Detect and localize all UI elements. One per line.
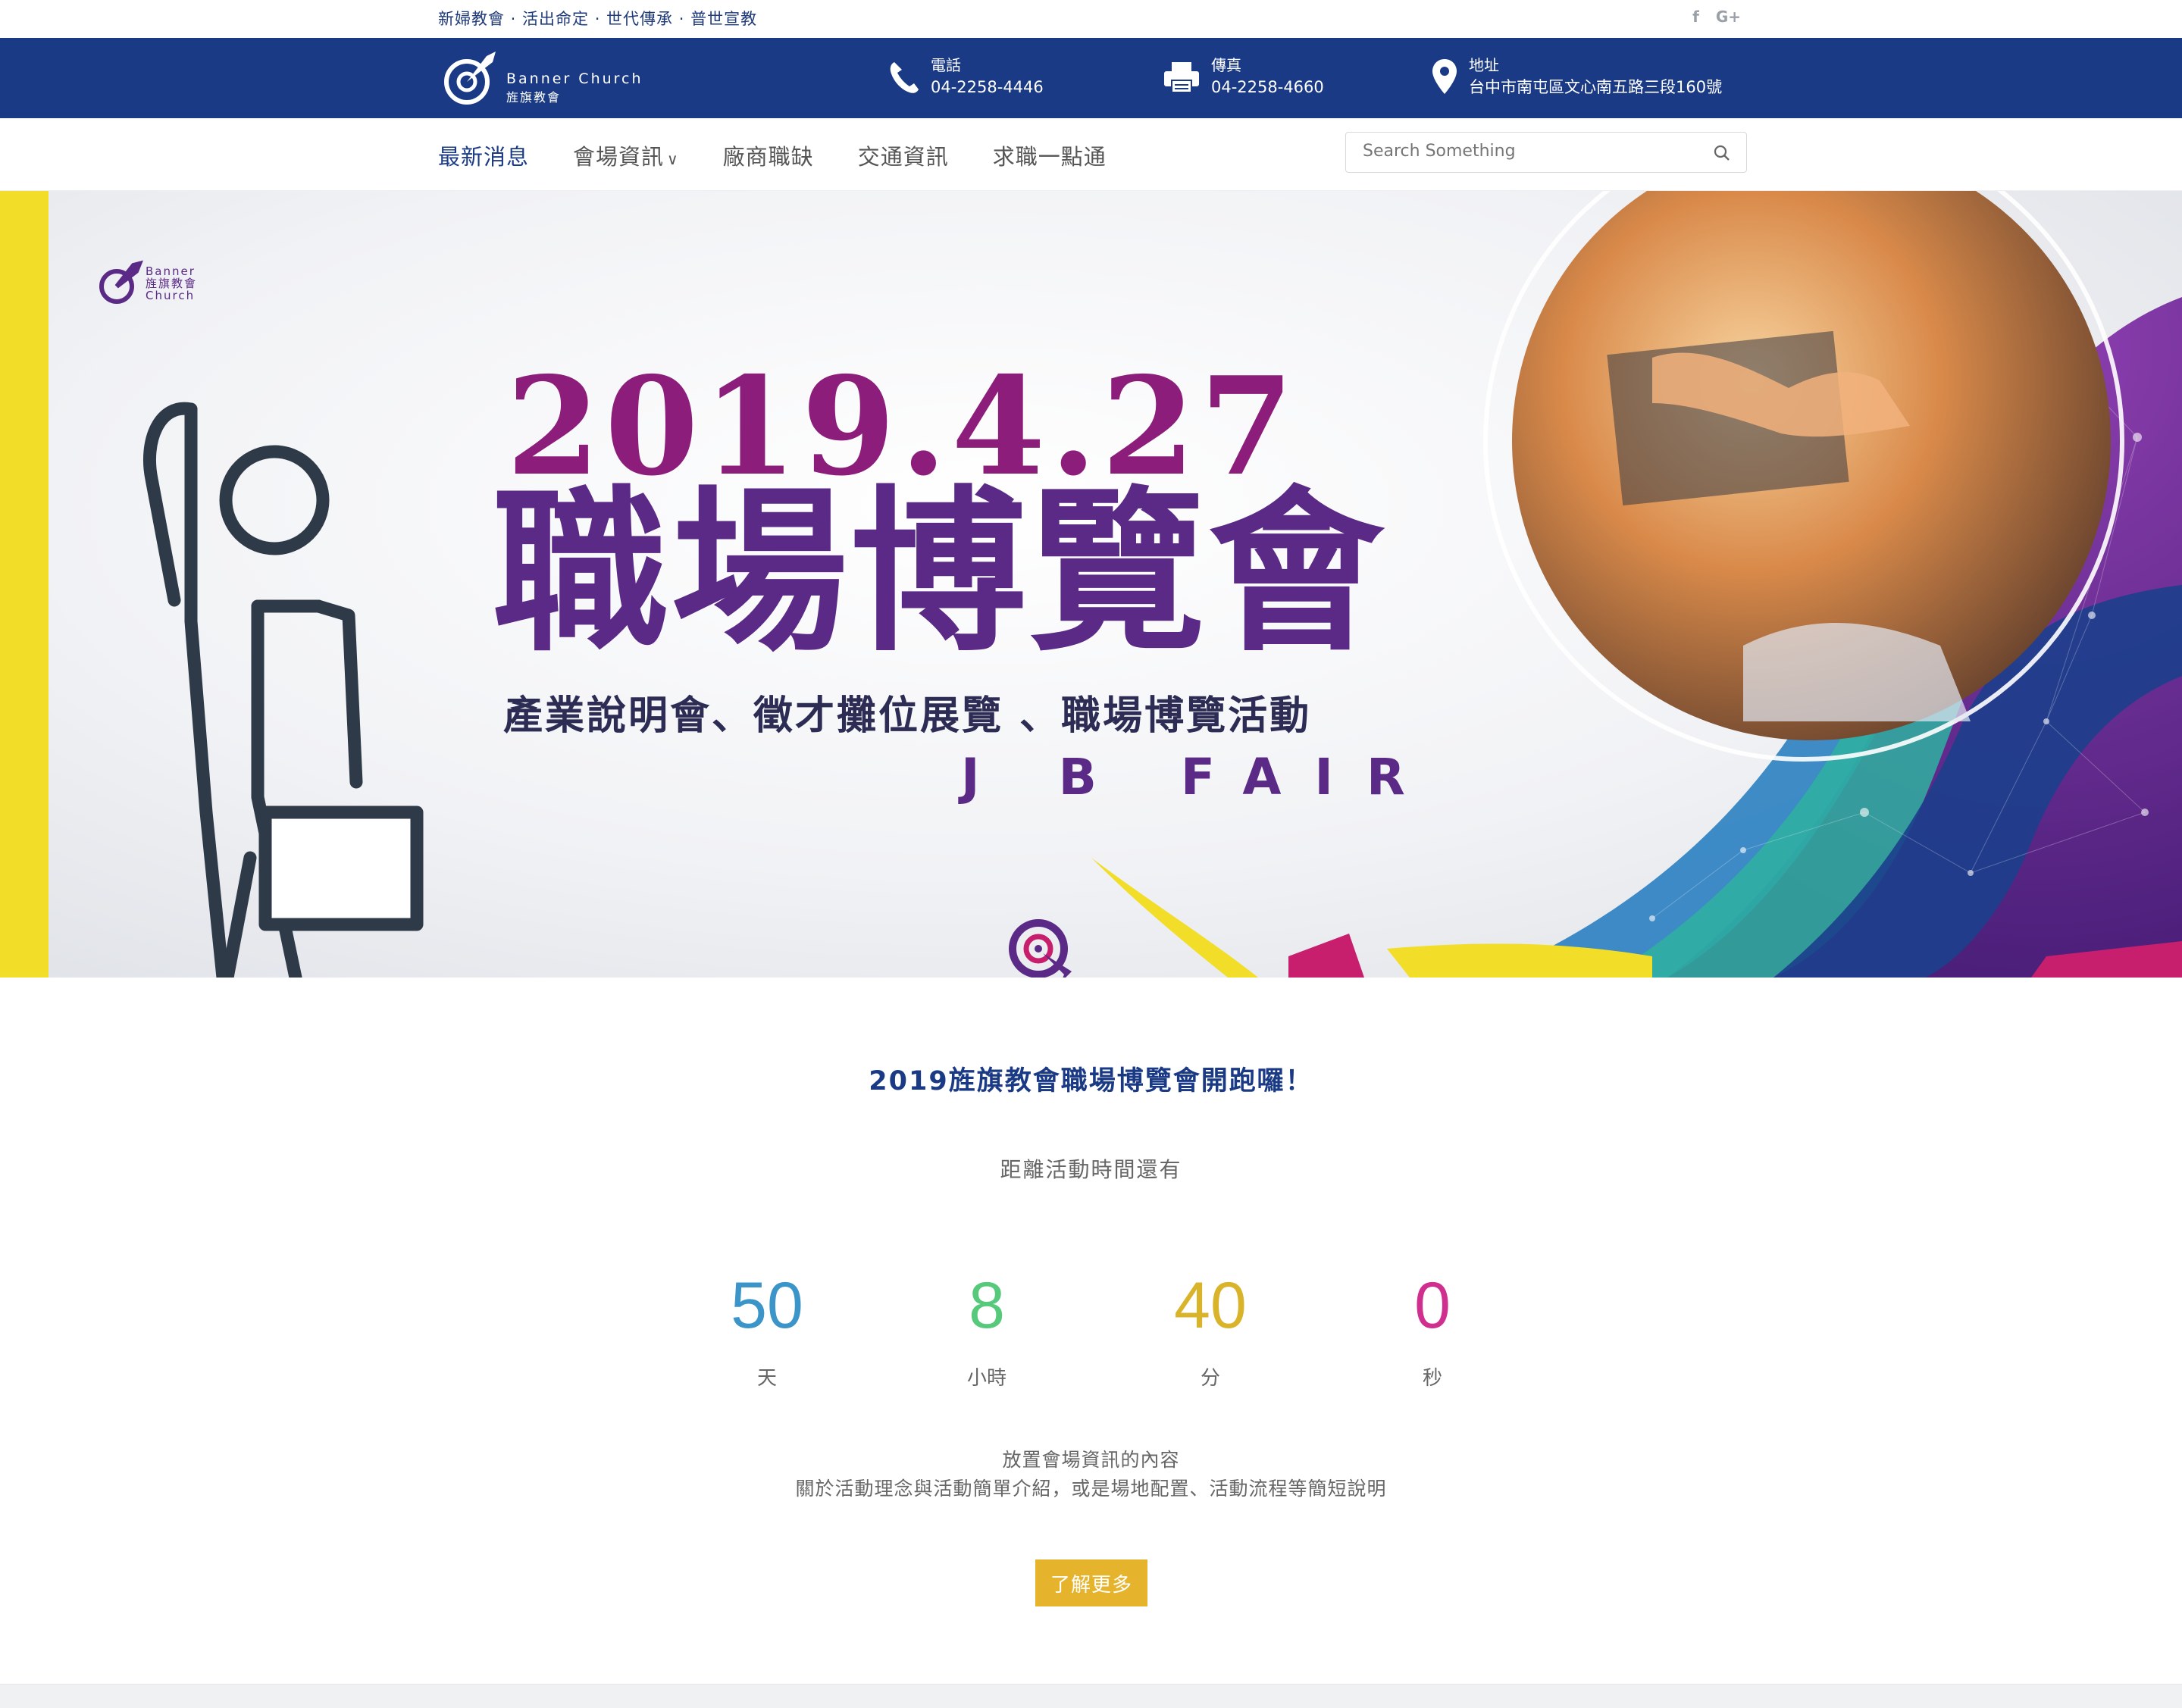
event-title: 職場博覽會	[493, 471, 1388, 675]
nav-item-vendor-jobs[interactable]: 廠商職缺	[723, 139, 814, 171]
phone-contact: 電話 04-2258-4446	[887, 55, 1044, 99]
countdown-days-value: 50	[731, 1269, 803, 1342]
google-plus-icon[interactable]: G+	[1716, 8, 1741, 26]
search-box	[1345, 132, 1747, 173]
learn-more-button[interactable]: 了解更多	[1035, 1559, 1147, 1606]
fax-contact: 傳真 04-2258-4660	[1161, 55, 1324, 99]
countdown-hours-value: 8	[969, 1269, 1005, 1342]
footer-band	[0, 1684, 2182, 1708]
countdown-hours: 8 小時	[934, 1273, 1040, 1390]
tagline-j: J	[961, 748, 1013, 806]
phone-icon	[890, 62, 919, 93]
countdown-seconds-unit: 秒	[1422, 1367, 1442, 1390]
person-illustration	[142, 402, 424, 978]
slogan-text: 新婦教會 · 活出命定 · 世代傳承 · 普世宣教	[438, 10, 758, 28]
chevron-down-icon: ∨	[667, 150, 679, 168]
search-icon[interactable]	[1713, 144, 1731, 162]
countdown-minutes-unit: 分	[1200, 1367, 1220, 1390]
nav-item-traffic[interactable]: 交通資訊	[858, 139, 949, 171]
site-logo[interactable]: Banner Church 旌旗教會	[440, 45, 643, 108]
target-icon	[1009, 919, 1072, 978]
countdown-days: 50 天	[714, 1273, 820, 1390]
countdown-minutes: 40 分	[1157, 1273, 1263, 1390]
job-fair-tagline: J B FAIR	[961, 748, 1438, 806]
description-line-1: 放置會場資訊的內容	[1002, 1449, 1180, 1471]
nav-item-venue[interactable]: 會場資訊 ∨	[573, 139, 679, 171]
section-heading: 2019旌旗教會職場博覽會開跑囉！	[869, 1066, 1313, 1096]
site-header: Banner Church 旌旗教會 電話 04-2258-4446 傳真 04…	[0, 38, 2182, 118]
search-input[interactable]	[1363, 142, 1696, 161]
fax-label: 傳真	[1211, 56, 1241, 74]
banner-brand-line1: Banner	[146, 264, 196, 278]
address-contact: 地址 台中市南屯區文心南五路三段160號	[1429, 55, 1722, 99]
banner-brand-text: Banner 旌旗教會 Church	[97, 265, 197, 302]
social-links: f G+	[1692, 8, 1741, 26]
banner-brand-line2: 旌旗教會	[146, 277, 198, 290]
church-logo-icon	[444, 52, 496, 105]
event-subtitle: 產業說明會、徵才攤位展覽 、職場博覽活動	[503, 693, 1312, 739]
countdown-lead: 距離活動時間還有	[1000, 1157, 1182, 1182]
banner-brand-line3: Church	[146, 289, 196, 302]
map-pin-icon	[1432, 59, 1457, 94]
facebook-icon[interactable]: f	[1692, 8, 1699, 26]
fax-icon	[1164, 62, 1199, 93]
nav-item-news[interactable]: 最新消息	[438, 139, 529, 171]
phone-value: 04-2258-4446	[931, 78, 1044, 96]
logo-chinese: 旌旗教會	[506, 90, 562, 105]
countdown-hours-unit: 小時	[966, 1367, 1006, 1390]
countdown-days-unit: 天	[756, 1367, 777, 1390]
hero-banner[interactable]: Banner 旌旗教會 Church 2019.4.27 職場博覽會 產業說明會…	[0, 191, 2182, 978]
nav-item-venue-label: 會場資訊	[573, 144, 665, 170]
countdown-minutes-value: 40	[1174, 1269, 1247, 1342]
countdown-seconds-value: 0	[1414, 1269, 1451, 1342]
address-label: 地址	[1469, 56, 1499, 74]
top-utility-bar: 新婦教會 · 活出命定 · 世代傳承 · 普世宣教 f G+	[0, 0, 2182, 38]
event-description: 放置會場資訊的內容 關於活動理念與活動簡單介紹，或是場地配置、活動流程等簡短說明	[0, 1446, 2182, 1503]
tagline-rest: B FAIR	[1058, 748, 1438, 806]
fax-value: 04-2258-4660	[1211, 78, 1324, 96]
main-navigation: 最新消息 會場資訊 ∨ 廠商職缺 交通資訊 求職一點通	[0, 118, 2182, 191]
logo-english: Banner Church	[506, 70, 643, 87]
description-line-2: 關於活動理念與活動簡單介紹，或是場地配置、活動流程等簡短說明	[795, 1478, 1387, 1500]
nav-item-job-guide[interactable]: 求職一點通	[993, 139, 1107, 171]
phone-label: 電話	[931, 56, 961, 74]
address-value: 台中市南屯區文心南五路三段160號	[1469, 78, 1723, 96]
countdown-seconds: 0 秒	[1379, 1273, 1485, 1390]
